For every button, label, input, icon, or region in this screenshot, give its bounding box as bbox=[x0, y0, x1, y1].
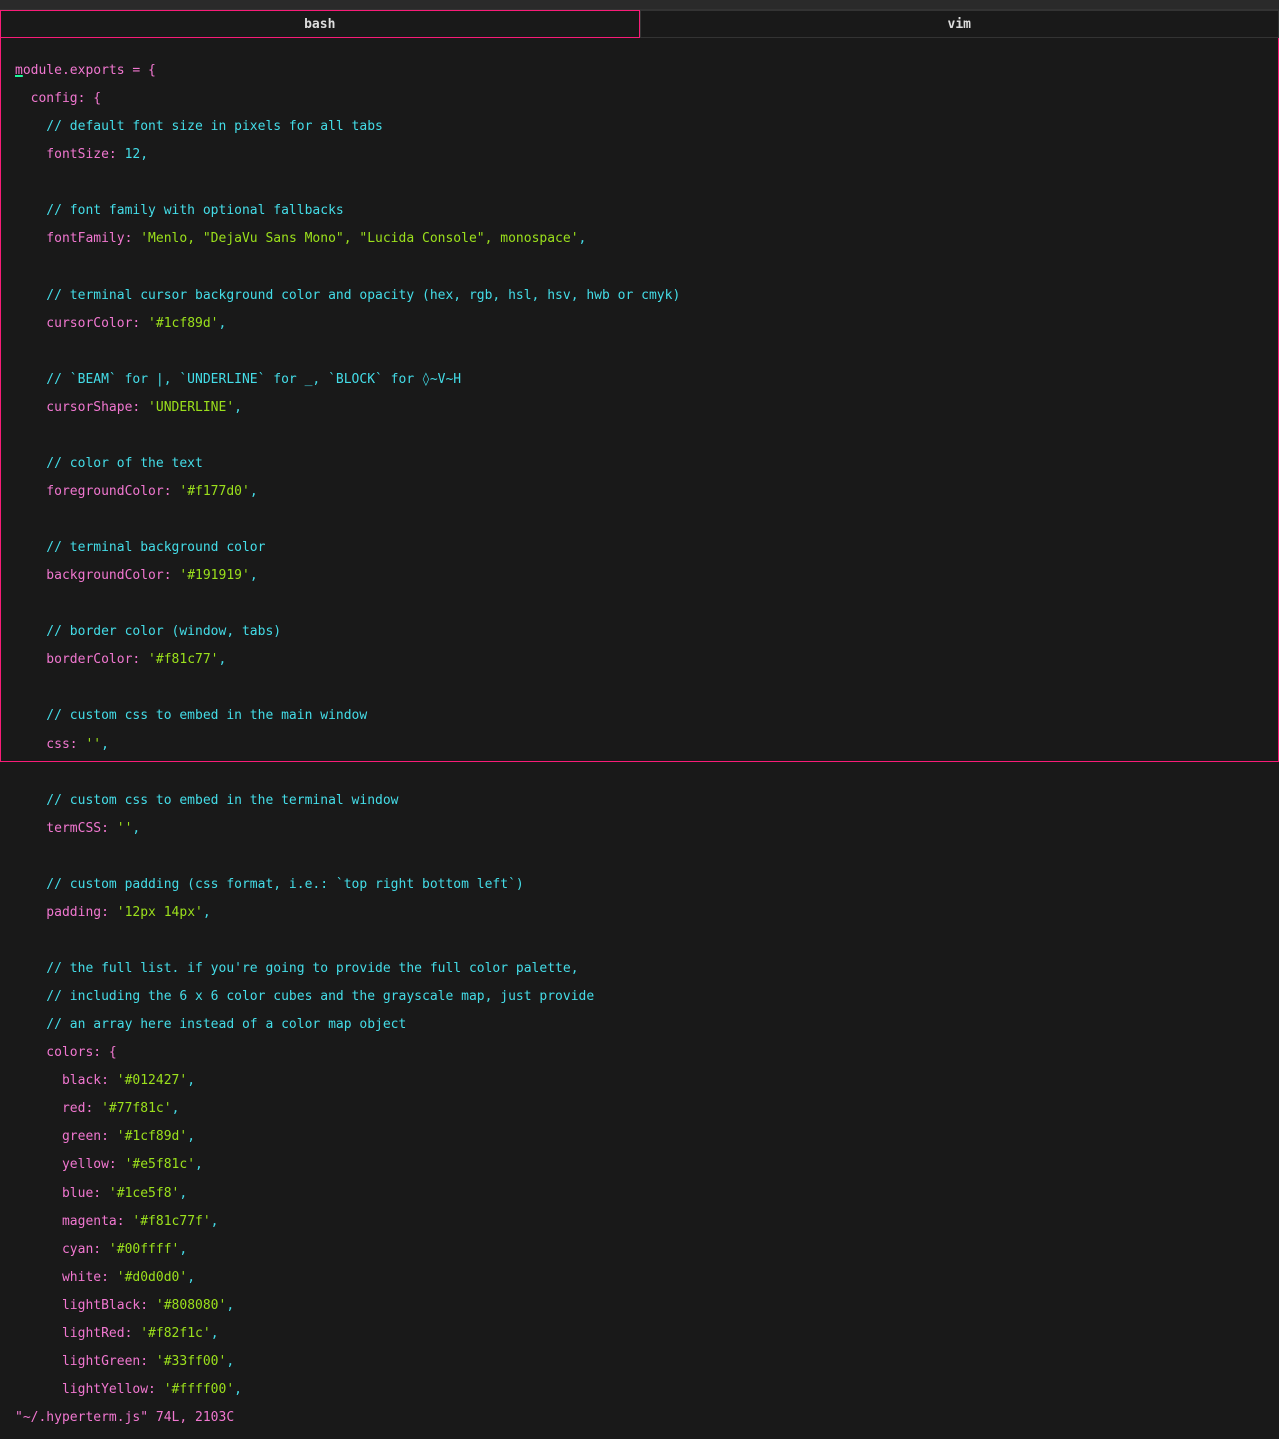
code-line: black: '#012427', bbox=[15, 1074, 1264, 1088]
code-line: // color of the text bbox=[15, 457, 1264, 471]
code-line: lightRed: '#f82f1c', bbox=[15, 1327, 1264, 1341]
code-line: cursorShape: 'UNDERLINE', bbox=[15, 401, 1264, 415]
code-line: // default font size in pixels for all t… bbox=[15, 120, 1264, 134]
code-line: borderColor: '#f81c77', bbox=[15, 653, 1264, 667]
tab-bar: bash vim bbox=[0, 10, 1279, 38]
code-line: lightBlack: '#808080', bbox=[15, 1299, 1264, 1313]
tab-vim-label: vim bbox=[948, 17, 971, 32]
code-line bbox=[15, 176, 1264, 190]
code-line: lightGreen: '#33ff00', bbox=[15, 1355, 1264, 1369]
code-line: // an array here instead of a color map … bbox=[15, 1018, 1264, 1032]
code-line: backgroundColor: '#191919', bbox=[15, 569, 1264, 583]
code-line: termCSS: '', bbox=[15, 822, 1264, 836]
tab-bash[interactable]: bash bbox=[0, 10, 640, 38]
code-line: // the full list. if you're going to pro… bbox=[15, 962, 1264, 976]
code-line bbox=[15, 429, 1264, 443]
tab-bash-label: bash bbox=[304, 17, 335, 32]
code-line: green: '#1cf89d', bbox=[15, 1130, 1264, 1144]
code-line: red: '#77f81c', bbox=[15, 1102, 1264, 1116]
code-line: // custom padding (css format, i.e.: `to… bbox=[15, 878, 1264, 892]
code-line: cursorColor: '#1cf89d', bbox=[15, 317, 1264, 331]
code-line: // including the 6 x 6 color cubes and t… bbox=[15, 990, 1264, 1004]
code-line bbox=[15, 850, 1264, 864]
code-line: yellow: '#e5f81c', bbox=[15, 1158, 1264, 1172]
code-line bbox=[15, 345, 1264, 359]
code-line: // terminal background color bbox=[15, 541, 1264, 555]
code-line: colors: { bbox=[15, 1046, 1264, 1060]
code-line: white: '#d0d0d0', bbox=[15, 1271, 1264, 1285]
code-line: padding: '12px 14px', bbox=[15, 906, 1264, 920]
window-titlebar bbox=[0, 0, 1279, 10]
code-line: // custom css to embed in the main windo… bbox=[15, 709, 1264, 723]
code-line: blue: '#1ce5f8', bbox=[15, 1187, 1264, 1201]
code-line: // `BEAM` for |, `UNDERLINE` for _, `BLO… bbox=[15, 373, 1264, 387]
code-line bbox=[15, 260, 1264, 274]
code-line: // font family with optional fallbacks bbox=[15, 204, 1264, 218]
code-line: // terminal cursor background color and … bbox=[15, 289, 1264, 303]
code-line: fontSize: 12, bbox=[15, 148, 1264, 162]
vim-status-line: "~/.hyperterm.js" 74L, 2103C bbox=[15, 1411, 1264, 1425]
code-line: module.exports = { bbox=[15, 64, 1264, 78]
code-line: // border color (window, tabs) bbox=[15, 625, 1264, 639]
code-line: magenta: '#f81c77f', bbox=[15, 1215, 1264, 1229]
code-line: cyan: '#00ffff', bbox=[15, 1243, 1264, 1257]
code-line: // custom css to embed in the terminal w… bbox=[15, 794, 1264, 808]
code-line: fontFamily: 'Menlo, "DejaVu Sans Mono", … bbox=[15, 232, 1264, 246]
code-line bbox=[15, 934, 1264, 948]
code-line bbox=[15, 597, 1264, 611]
cursor-char: m bbox=[15, 63, 23, 78]
code-line: config: { bbox=[15, 92, 1264, 106]
code-line bbox=[15, 513, 1264, 527]
terminal-editor[interactable]: module.exports = { config: { // default … bbox=[0, 38, 1279, 762]
code-line: foregroundColor: '#f177d0', bbox=[15, 485, 1264, 499]
code-line bbox=[15, 766, 1264, 780]
tab-vim[interactable]: vim bbox=[640, 10, 1279, 38]
code-line bbox=[15, 681, 1264, 695]
code-line: css: '', bbox=[15, 738, 1264, 752]
code-line: lightYellow: '#ffff00', bbox=[15, 1383, 1264, 1397]
